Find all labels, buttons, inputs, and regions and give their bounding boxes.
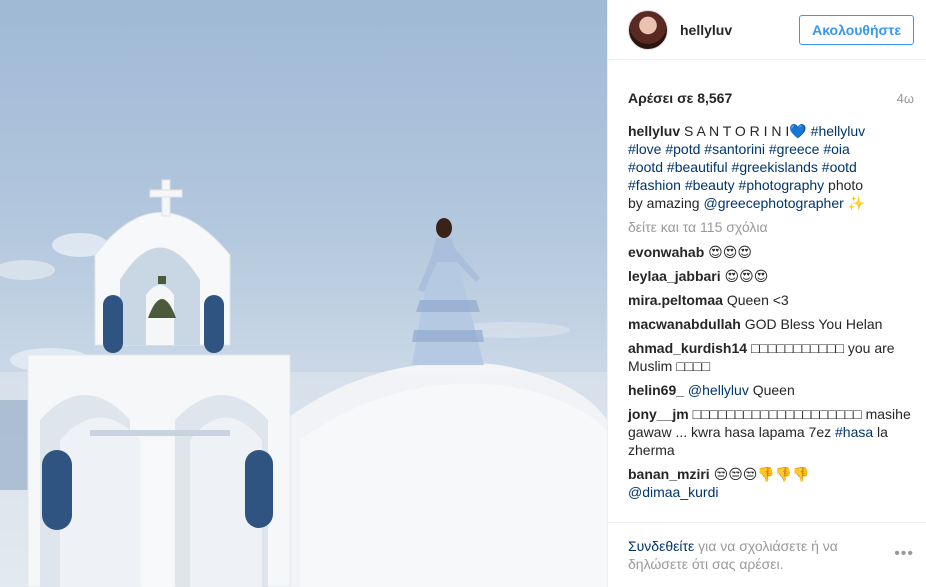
comment-mention[interactable]: @dimaa_kurdi bbox=[628, 484, 718, 500]
comment-username[interactable]: leylaa_jabbari bbox=[628, 268, 721, 284]
comment: ahmad_kurdish14 □□□□□□□□□□□ you are Musl… bbox=[628, 339, 914, 375]
comment-username[interactable]: ahmad_kurdish14 bbox=[628, 340, 747, 356]
sparkle-emoji: ✨ bbox=[847, 195, 866, 211]
comment-footer: Συνδεθείτε για να σχολιάσετε ή να δηλώσε… bbox=[608, 522, 926, 587]
comment: helin69_ @hellyluv Queen bbox=[628, 381, 914, 399]
avatar[interactable] bbox=[628, 9, 668, 50]
comment-text: Queen bbox=[748, 382, 795, 398]
caption-tags-line[interactable]: #ootd #beautiful #greekislands #ootd bbox=[628, 159, 857, 175]
comment: macwanabdullah GOD Bless You Helan bbox=[628, 315, 914, 333]
likes-row: Αρέσει σε 8,567 4ω bbox=[608, 88, 926, 108]
follow-button[interactable]: Ακολουθήστε bbox=[799, 14, 914, 45]
comment: leylaa_jabbari 😍😍😍 bbox=[628, 267, 914, 285]
likes-count[interactable]: Αρέσει σε 8,567 bbox=[628, 90, 732, 106]
caption-text: photo bbox=[824, 177, 864, 193]
caption-text: by amazing bbox=[628, 195, 704, 211]
comment-text: 😍😍😍 bbox=[724, 268, 769, 284]
caption: hellyluv S A N T O R I N I💙 #hellyluv #l… bbox=[628, 122, 914, 212]
author-username[interactable]: hellyluv bbox=[680, 22, 799, 38]
comment-mention[interactable]: @hellyluv bbox=[688, 382, 749, 398]
comment-tag[interactable]: #hasa bbox=[835, 424, 873, 440]
comment: mira.peltomaa Queen <3 bbox=[628, 291, 914, 309]
comment: jony__jm □□□□□□□□□□□□□□□□□□□□ masihe gaw… bbox=[628, 405, 914, 459]
comment-username[interactable]: jony__jm bbox=[628, 406, 689, 422]
comment-username[interactable]: macwanabdullah bbox=[628, 316, 741, 332]
comments-list: hellyluv S A N T O R I N I💙 #hellyluv #l… bbox=[608, 122, 926, 501]
caption-tags-line[interactable]: #fashion #beauty #photography bbox=[628, 177, 824, 193]
more-options-icon[interactable]: ••• bbox=[894, 537, 914, 587]
comment-text: GOD Bless You Helan bbox=[744, 316, 883, 332]
login-link[interactable]: Συνδεθείτε bbox=[628, 538, 694, 554]
post-photo[interactable] bbox=[0, 0, 607, 587]
comment-username[interactable]: banan_mziri bbox=[628, 466, 710, 482]
comment-text: 😍😍😍 bbox=[708, 244, 752, 260]
comment: evonwahab 😍😍😍 bbox=[628, 243, 914, 261]
heart-emoji: 💙 bbox=[789, 123, 807, 139]
post-side-panel: hellyluv Ακολουθήστε Αρέσει σε 8,567 4ω … bbox=[607, 0, 926, 587]
post-header: hellyluv Ακολουθήστε bbox=[608, 0, 926, 60]
view-all-comments[interactable]: δείτε και τα 115 σχόλια bbox=[628, 218, 914, 236]
comment-username[interactable]: mira.peltomaa bbox=[628, 292, 723, 308]
post-time[interactable]: 4ω bbox=[897, 91, 914, 106]
caption-text: S A N T O R I N I bbox=[684, 123, 790, 139]
caption-tag[interactable]: #hellyluv bbox=[811, 123, 865, 139]
photo-illustration bbox=[0, 179, 607, 587]
comment-username[interactable]: helin69_ bbox=[628, 382, 684, 398]
caption-username[interactable]: hellyluv bbox=[628, 123, 680, 139]
caption-tags-line[interactable]: #love #potd #santorini #greece #oia bbox=[628, 141, 850, 157]
comment: banan_mziri 😒😒😒👎👎👎 @dimaa_kurdi bbox=[628, 465, 914, 501]
comment-username[interactable]: evonwahab bbox=[628, 244, 704, 260]
comment-text: 😒😒😒👎👎👎 bbox=[713, 466, 810, 482]
comment-text: Queen <3 bbox=[726, 292, 789, 308]
caption-mention[interactable]: @greecephotographer bbox=[703, 195, 843, 211]
login-prompt: Συνδεθείτε για να σχολιάσετε ή να δηλώσε… bbox=[628, 537, 894, 587]
